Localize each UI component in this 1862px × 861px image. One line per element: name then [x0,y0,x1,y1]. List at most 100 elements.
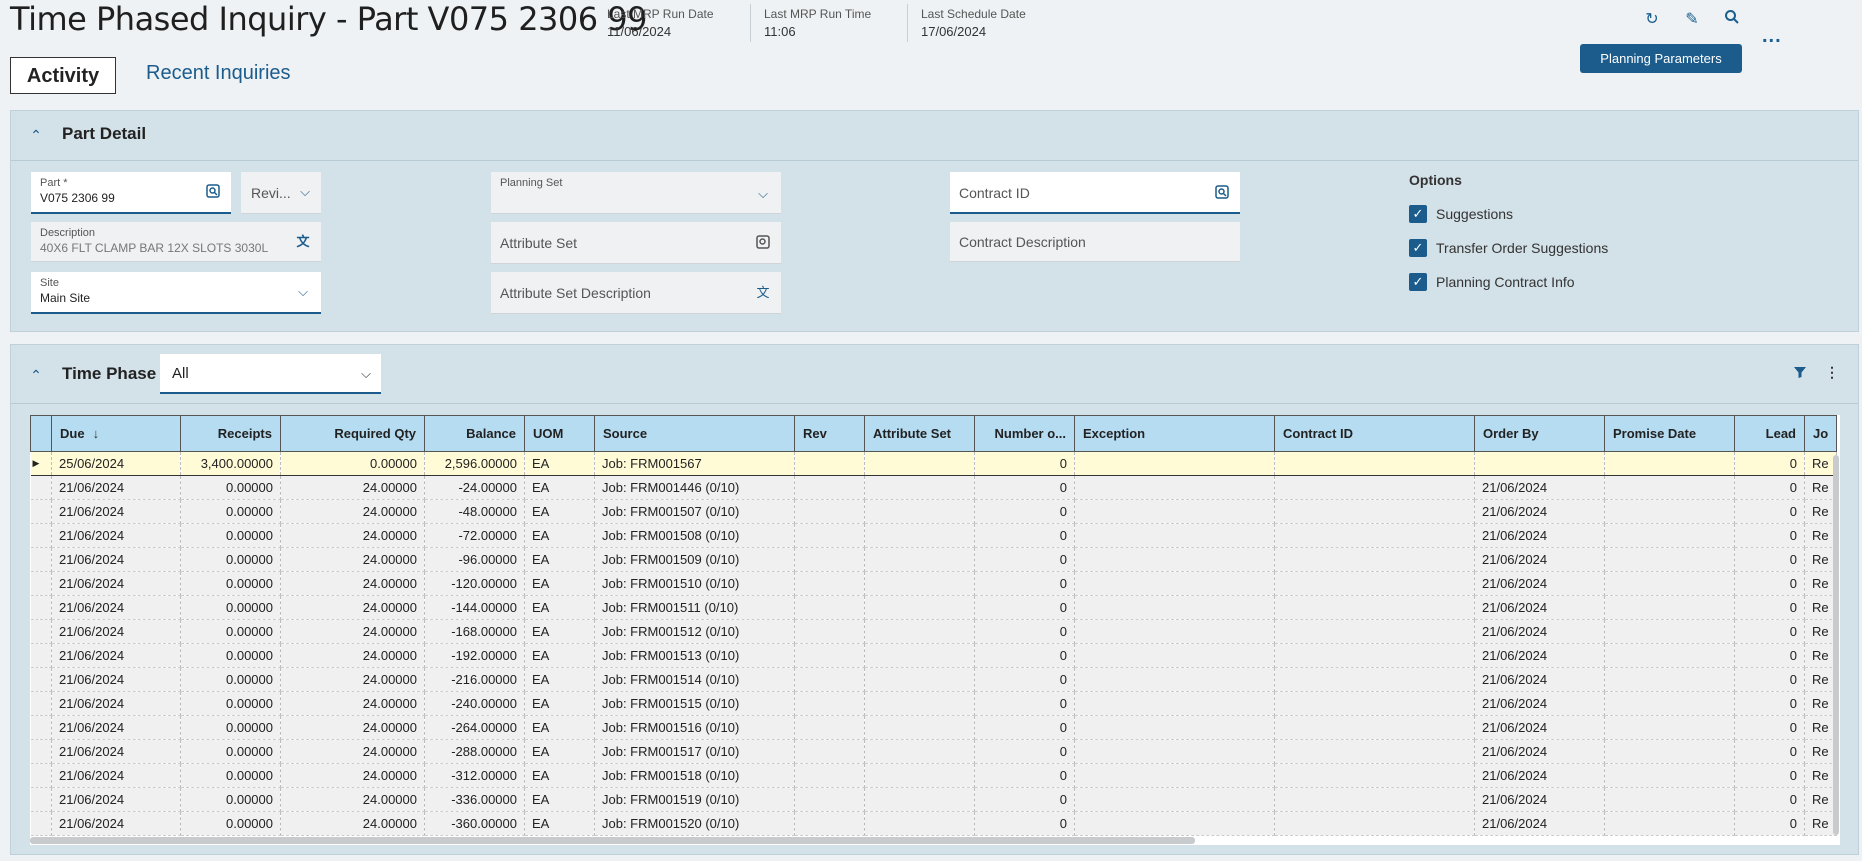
refresh-icon[interactable]: ↻ [1641,9,1663,31]
collapse-chevron-icon[interactable]: ⌃ [28,367,44,383]
row-selector[interactable] [30,499,52,524]
row-selector[interactable] [30,667,52,692]
column-header[interactable]: Order By [1474,415,1605,452]
table-cell: 21/06/2024 [1474,475,1605,500]
column-header[interactable]: Jo [1803,415,1838,452]
grid-menu-icon[interactable]: ⋮ [1825,364,1839,381]
last-schedule-date-label: Last Schedule Date [921,7,1026,21]
row-selector[interactable] [30,475,52,500]
table-row[interactable]: 21/06/2024 0.00000 24.00000 -48.00000 EA Job:… [30,499,1838,524]
table-row[interactable]: 21/06/2024 0.00000 24.00000 -120.00000 EA Job… [30,571,1838,596]
row-selector[interactable] [30,691,52,716]
column-header[interactable]: UOM [524,415,595,452]
revision-placeholder: Revi... [251,185,291,201]
part-field[interactable]: Part * V075 2306 99 [31,172,231,214]
table-cell: 0 [1734,715,1805,740]
table-cell: 25/06/2024 [51,451,181,476]
contract-id-field[interactable]: Contract ID [950,172,1240,214]
row-selector[interactable] [30,619,52,644]
column-header[interactable]: Source [594,415,795,452]
table-row[interactable]: 21/06/2024 0.00000 24.00000 -312.00000 EA Job… [30,763,1838,788]
column-header[interactable]: Due ↓ [51,415,181,452]
table-row[interactable]: 21/06/2024 0.00000 24.00000 -216.00000 EA Job… [30,667,1838,692]
row-selector[interactable] [30,787,52,812]
column-header[interactable]: Promise Date [1604,415,1735,452]
table-row[interactable]: 21/06/2024 0.00000 24.00000 -192.00000 EA Job… [30,643,1838,668]
table-row[interactable]: 21/06/2024 0.00000 24.00000 -336.00000 EA Job… [30,787,1838,812]
suggestions-checkbox[interactable]: ✓ [1409,205,1427,223]
column-header-label: Due [60,426,85,441]
column-header[interactable]: Rev [794,415,865,452]
table-row[interactable]: 21/06/2024 0.00000 24.00000 -24.00000 EA Job:… [30,475,1838,500]
sort-descending-icon[interactable]: ↓ [93,426,100,441]
table-cell: EA [524,811,595,836]
table-cell [1604,667,1735,692]
table-cell: 21/06/2024 [1474,523,1605,548]
table-row[interactable]: 21/06/2024 0.00000 24.00000 -360.00000 EA Job… [30,811,1838,836]
table-row[interactable]: 21/06/2024 0.00000 24.00000 -240.00000 EA Job… [30,691,1838,716]
row-selector[interactable] [30,547,52,572]
filter-icon[interactable] [1793,365,1807,382]
table-cell: 21/06/2024 [51,739,181,764]
column-header[interactable]: Required Qty [280,415,425,452]
table-row[interactable]: 21/06/2024 0.00000 24.00000 -264.00000 EA Job… [30,715,1838,740]
tab-recent-inquiries[interactable]: Recent Inquiries [146,62,291,85]
column-header[interactable]: Number o... [974,415,1075,452]
row-selector[interactable] [30,595,52,620]
collapse-chevron-icon[interactable]: ⌃ [28,127,44,143]
table-cell: Re [1804,451,1838,476]
lookup-icon[interactable] [1214,185,1230,201]
table-row[interactable]: 21/06/2024 0.00000 24.00000 -72.00000 EA Job:… [30,523,1838,548]
row-selector[interactable] [30,811,52,836]
divider [11,403,1858,404]
row-selector[interactable] [30,523,52,548]
table-cell: 0 [1734,571,1805,596]
planning-contract-info-checkbox[interactable]: ✓ [1409,273,1427,291]
table-row[interactable]: 21/06/2024 0.00000 24.00000 -288.00000 EA Job… [30,739,1838,764]
revision-field[interactable]: Revi... ⌵ [241,172,321,214]
column-header[interactable]: Attribute Set [864,415,975,452]
row-selector[interactable] [30,715,52,740]
search-icon[interactable] [1721,9,1743,31]
table-cell [1074,739,1275,764]
tab-activity[interactable]: Activity [10,57,116,94]
transfer-order-suggestions-checkbox[interactable]: ✓ [1409,239,1427,257]
table-cell: 0 [1734,691,1805,716]
row-selector[interactable] [30,763,52,788]
column-header[interactable]: Receipts [180,415,281,452]
table-cell: -96.00000 [424,547,525,572]
divider [907,4,908,42]
column-header[interactable]: Exception [1074,415,1275,452]
more-options-icon[interactable]: ... [1762,25,1782,48]
lookup-icon[interactable] [205,184,221,200]
row-selector[interactable] [30,643,52,668]
table-cell [1074,595,1275,620]
planning-parameters-button[interactable]: Planning Parameters [1580,44,1742,73]
table-cell: 0 [974,691,1075,716]
clear-brush-icon[interactable]: ✎ [1681,9,1703,31]
table-cell: Job: FRM001512 (0/10) [594,619,795,644]
row-selector[interactable] [30,739,52,764]
attribute-set-field[interactable]: Attribute Set [491,222,781,264]
time-phase-filter-select[interactable]: All ⌵ [160,354,381,394]
table-row[interactable]: ▶ 25/06/2024 3,400.00000 0.00000 2,596.00000… [30,451,1838,476]
horizontal-scrollbar[interactable] [30,837,1195,844]
translate-icon[interactable]: 文 [295,234,311,250]
translate-icon[interactable]: 文 [755,285,771,301]
site-select[interactable]: Site Main Site ⌵ [31,272,321,314]
table-row[interactable]: 21/06/2024 0.00000 24.00000 -96.00000 EA Job:… [30,547,1838,572]
table-cell: 24.00000 [280,595,425,620]
column-header[interactable]: Contract ID [1274,415,1475,452]
last-schedule-date: Last Schedule Date 17/06/2024 [921,6,1026,40]
table-cell [1074,475,1275,500]
vertical-scrollbar[interactable] [1833,455,1839,835]
lookup-icon[interactable] [755,235,771,251]
planning-set-select[interactable]: Planning Set ⌵ [491,172,781,214]
table-cell [1604,475,1735,500]
row-selector-current[interactable]: ▶ [30,451,52,476]
column-header[interactable]: Lead [1734,415,1805,452]
row-selector[interactable] [30,571,52,596]
table-row[interactable]: 21/06/2024 0.00000 24.00000 -168.00000 EA Job… [30,619,1838,644]
column-header[interactable]: Balance [424,415,525,452]
table-row[interactable]: 21/06/2024 0.00000 24.00000 -144.00000 EA Job… [30,595,1838,620]
